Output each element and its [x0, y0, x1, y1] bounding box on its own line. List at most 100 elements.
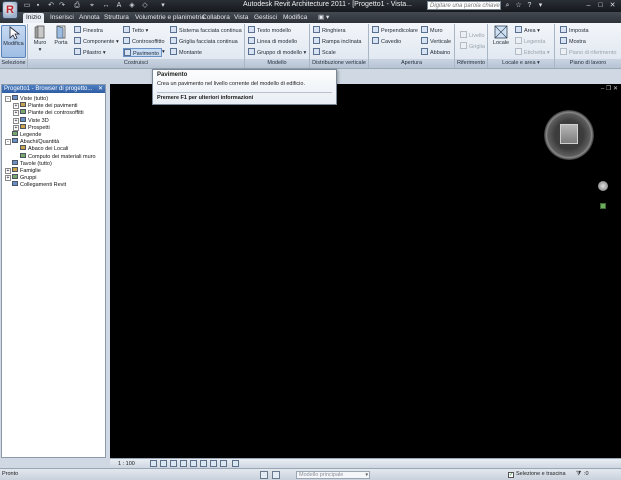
tree-item[interactable]: + Piante dei pavimenti: [13, 102, 78, 110]
expand-icon[interactable]: +: [13, 103, 19, 110]
imposta-button[interactable]: Imposta: [560, 26, 589, 35]
pavimento-dropdown-icon[interactable]: ▾: [162, 48, 165, 57]
help-search-input[interactable]: Digitare una parola chiave o una fr...: [427, 1, 501, 10]
legenda-button[interactable]: Legenda: [515, 37, 545, 46]
reveal-hidden-icon[interactable]: [220, 460, 227, 467]
expand-icon[interactable]: +: [13, 124, 19, 131]
print-icon[interactable]: ⎙: [72, 1, 82, 10]
verticale-button[interactable]: Verticale: [421, 37, 451, 46]
ringhiera-button[interactable]: Ringhiera: [313, 26, 346, 35]
perpendicolare-button[interactable]: Perpendicolare: [372, 26, 418, 35]
scale-button[interactable]: Scale: [313, 48, 336, 57]
abbaino-button[interactable]: Abbaino: [421, 48, 450, 57]
show-crop-icon[interactable]: [200, 460, 207, 467]
tree-item[interactable]: + Gruppi: [5, 174, 37, 182]
tab-inserisci[interactable]: Inserisci: [47, 13, 77, 23]
text-icon[interactable]: A: [114, 1, 124, 10]
testo-modello-button[interactable]: Testo modello: [248, 26, 291, 35]
tetto-button[interactable]: Tetto ▾: [123, 26, 148, 35]
collapse-icon[interactable]: -: [5, 139, 11, 146]
shadows-icon[interactable]: [180, 460, 187, 467]
temp-hide-icon[interactable]: [210, 460, 217, 467]
detail-level-icon[interactable]: [150, 460, 157, 467]
save-icon[interactable]: ▪: [33, 1, 43, 10]
rampa-button[interactable]: Rampa inclinata: [313, 37, 361, 46]
tab-annota[interactable]: Annota: [76, 13, 103, 23]
etichetta-button[interactable]: Etichetta ▾: [515, 48, 550, 57]
panel-locale-area-label[interactable]: Locale e area ▾: [488, 59, 554, 68]
tab-volumetrie[interactable]: Volumetrie e planimetria: [132, 13, 208, 23]
filter-icon[interactable]: ⧩: [576, 471, 581, 478]
controsoffitto-button[interactable]: Controsoffitto: [123, 37, 165, 46]
collapse-icon[interactable]: -: [5, 96, 11, 102]
tab-inizio[interactable]: Inizio: [23, 13, 45, 23]
ribbon-options-icon[interactable]: ▣ ▾: [315, 13, 332, 23]
tree-item[interactable]: + Piante dei controsoffitti: [13, 109, 84, 117]
tree-item[interactable]: + Viste 3D: [13, 116, 49, 124]
measure-icon[interactable]: ⌖: [87, 1, 97, 10]
tab-collabora[interactable]: Collabora: [199, 13, 233, 23]
design-options-icon[interactable]: [272, 471, 280, 479]
tree-item[interactable]: + Prospetti: [13, 123, 50, 131]
expand-icon[interactable]: +: [5, 168, 11, 174]
view-scale[interactable]: 1 : 100: [118, 460, 135, 468]
maximize-icon[interactable]: □: [596, 1, 605, 10]
gruppo-modello-button[interactable]: Gruppo di modello ▾: [248, 48, 306, 57]
sun-path-icon[interactable]: [170, 460, 177, 467]
expand-icon[interactable]: +: [13, 117, 19, 124]
tab-modifica[interactable]: Modifica: [280, 13, 310, 23]
area-button[interactable]: Area ▾: [515, 26, 540, 35]
livello-button[interactable]: Livello: [460, 31, 485, 40]
modifica-button[interactable]: Modifica: [1, 25, 26, 58]
griglia-button[interactable]: Griglia: [460, 42, 485, 51]
viewcube-face[interactable]: [560, 124, 578, 144]
section-icon[interactable]: ◇: [140, 1, 150, 10]
finestra-button[interactable]: Finestra: [74, 26, 103, 35]
steering-wheel-icon[interactable]: [598, 181, 608, 191]
muro-button[interactable]: Muro ▾: [31, 25, 49, 54]
restore-icon[interactable]: ❐: [606, 86, 611, 92]
tree-item[interactable]: + Famiglie: [5, 167, 41, 174]
minimize-icon[interactable]: –: [601, 86, 604, 92]
3d-view-icon[interactable]: ◈: [127, 1, 137, 10]
open-icon[interactable]: ▭: [22, 1, 32, 10]
help-icon[interactable]: ?: [525, 1, 534, 10]
componente-button[interactable]: Componente ▾: [74, 37, 119, 46]
tab-struttura[interactable]: Struttura: [101, 13, 132, 23]
tree-item[interactable]: - Viste (tutto): [5, 95, 48, 102]
pilastro-button[interactable]: Pilastro ▾: [74, 48, 106, 57]
crop-view-icon[interactable]: [190, 460, 197, 467]
tree-item[interactable]: Legende: [5, 131, 41, 138]
mostra-button[interactable]: Mostra: [560, 37, 586, 46]
close-icon[interactable]: ✕: [98, 85, 103, 93]
porta-button[interactable]: Porta: [52, 25, 70, 47]
tree-item[interactable]: - Abachi/Quantità: [5, 138, 59, 146]
tab-vista[interactable]: Vista: [231, 13, 251, 23]
close-icon[interactable]: ✕: [608, 1, 617, 10]
viewcube[interactable]: [544, 110, 594, 160]
pavimento-button[interactable]: Pavimento: [123, 48, 162, 57]
minimize-icon[interactable]: –: [584, 1, 593, 10]
help-dropdown-icon[interactable]: ▾: [536, 1, 545, 10]
sistema-facciata-button[interactable]: Sistema facciata continua: [170, 26, 242, 35]
tree-item[interactable]: Tavole (tutto): [5, 159, 52, 167]
tree-item[interactable]: Collegamenti Revit: [5, 181, 66, 188]
cavedio-button[interactable]: Cavedio: [372, 37, 401, 46]
muro-dropdown-icon[interactable]: ▾: [39, 47, 42, 53]
application-menu-button[interactable]: R: [2, 1, 18, 19]
tree-item[interactable]: Computo dei materiali muro: [13, 152, 96, 160]
locale-button[interactable]: Locale: [491, 25, 511, 47]
undo-icon[interactable]: ↶: [46, 1, 56, 10]
expand-icon[interactable]: +: [13, 110, 19, 117]
analyze-icon[interactable]: [232, 460, 239, 467]
zoom-icon[interactable]: [600, 203, 606, 209]
qat-dropdown-icon[interactable]: ▾: [158, 1, 168, 10]
worksets-icon[interactable]: [260, 471, 268, 479]
visual-style-icon[interactable]: [160, 460, 167, 467]
binoculars-icon[interactable]: ⌕: [503, 1, 512, 10]
apertura-muro-button[interactable]: Muro: [421, 26, 443, 35]
close-icon[interactable]: ✕: [613, 86, 618, 92]
project-browser-title-bar[interactable]: Progetto1 - Browser di progetto... ✕: [2, 85, 105, 93]
tab-gestisci[interactable]: Gestisci: [251, 13, 280, 23]
select-drag-checkbox[interactable]: ✓: [508, 472, 514, 478]
